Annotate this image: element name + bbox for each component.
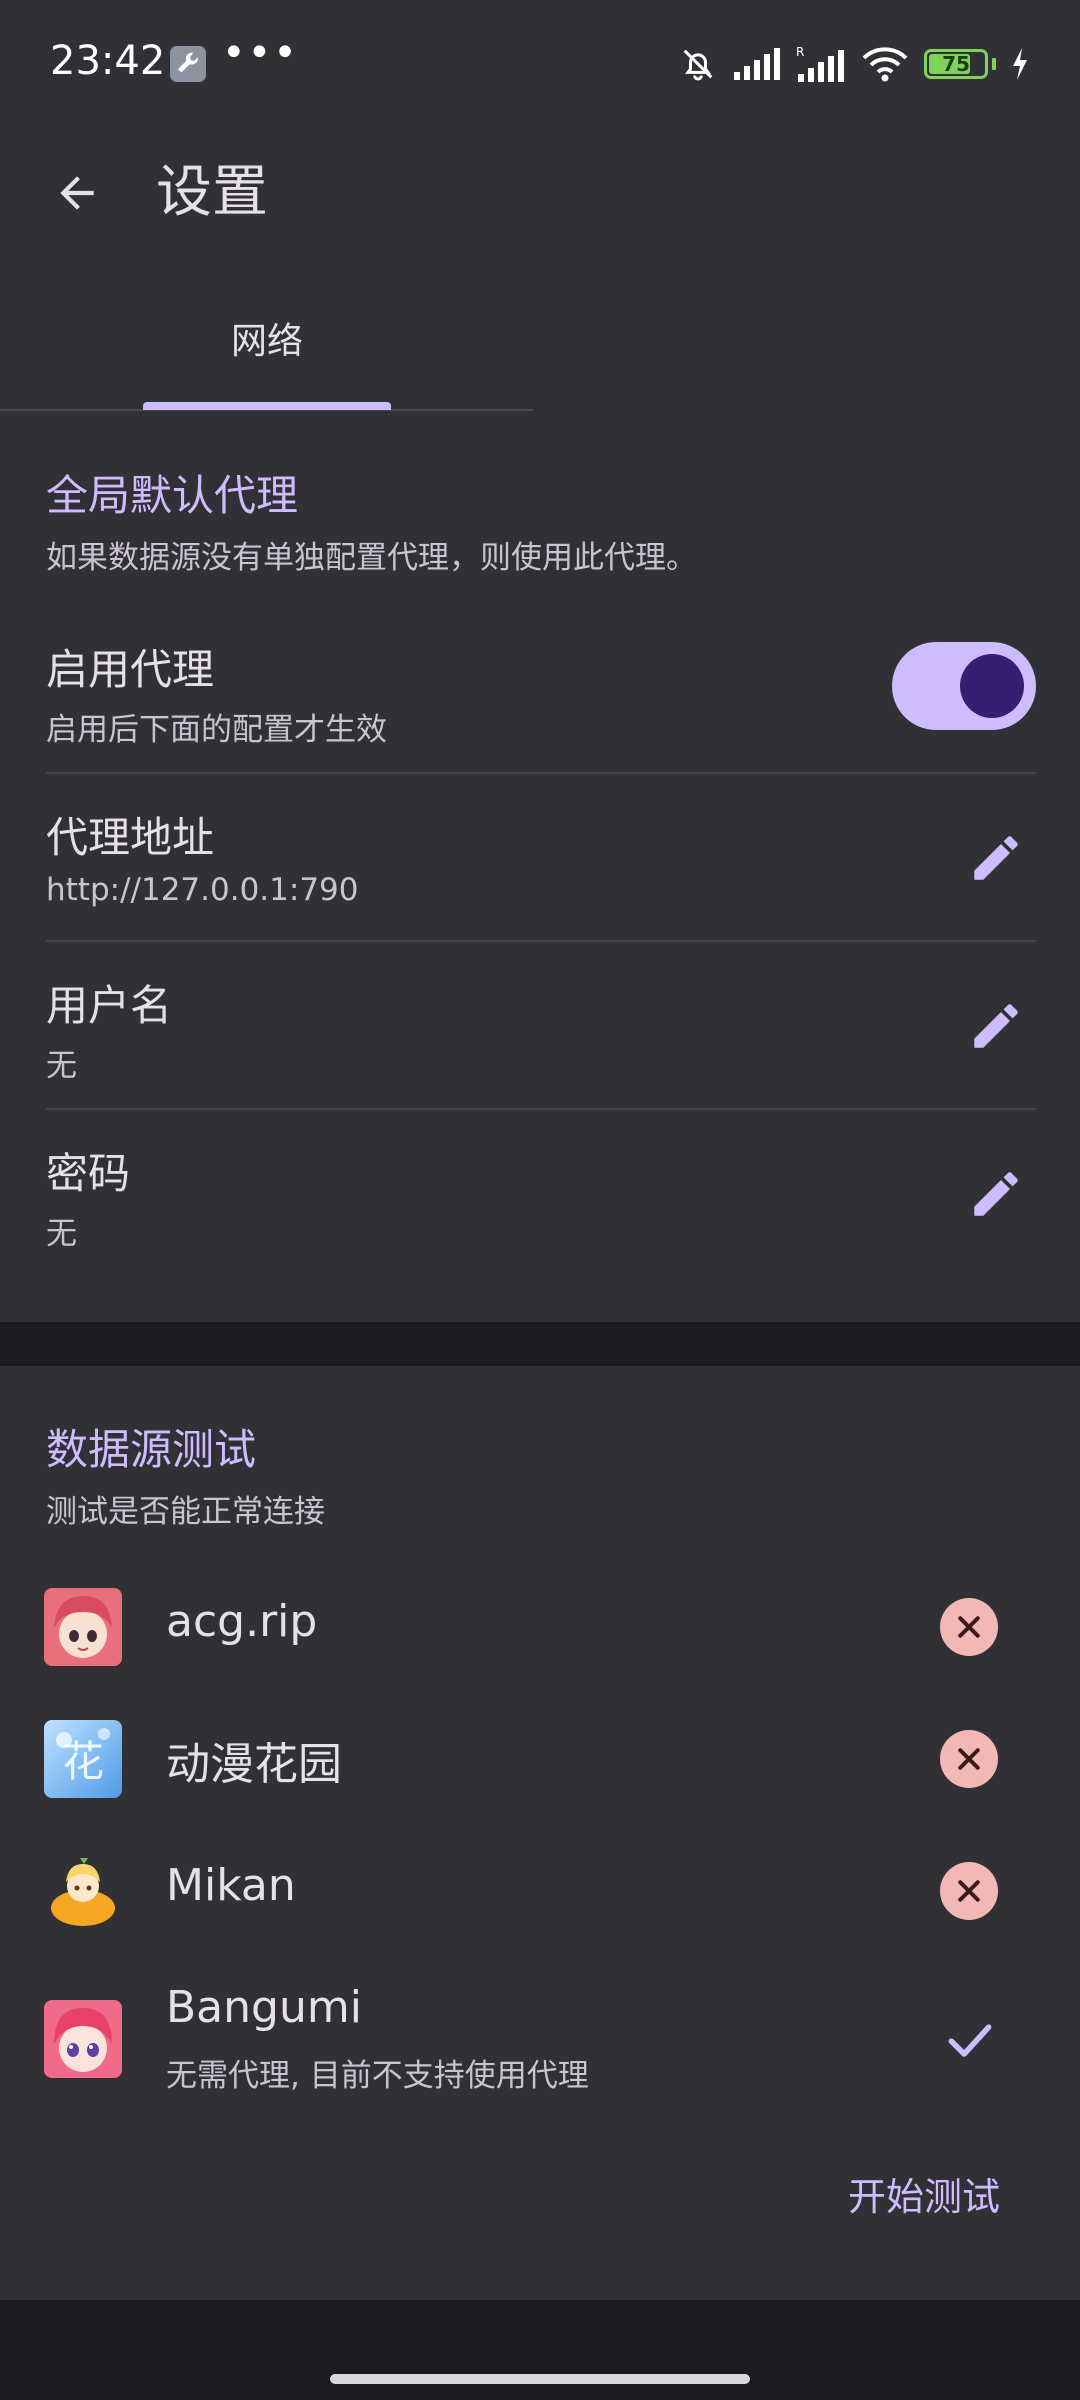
tab-bar: 网络 (0, 266, 1080, 412)
source-test-subtitle: 测试是否能正常连接 (46, 1494, 325, 1530)
tab-network[interactable]: 网络 (143, 266, 391, 410)
source-item-bangumi: Bangumi 无需代理, 目前不支持使用代理 (0, 1958, 1080, 2126)
username-row[interactable]: 用户名 无 (0, 942, 1080, 1110)
tab-indicator (143, 402, 391, 410)
pencil-icon (974, 1004, 1018, 1048)
close-circle-icon (940, 1730, 998, 1788)
username-title: 用户名 (46, 981, 173, 1030)
pencil-icon (974, 1172, 1018, 1216)
acgrip-logo-icon (44, 1588, 122, 1666)
password-title: 密码 (46, 1149, 131, 1198)
status-bar: 23:42 ••• R 75 (0, 0, 1080, 126)
edit-username-button[interactable] (958, 988, 1034, 1064)
bangumi-logo-icon (44, 2000, 122, 2078)
back-button[interactable] (40, 156, 114, 230)
mikan-logo-icon (44, 1852, 122, 1930)
close-circle-icon (940, 1862, 998, 1920)
battery-tip (992, 58, 996, 70)
wrench-icon (170, 46, 206, 82)
source-name: 动漫花园 (166, 1739, 342, 1790)
signal-icon (734, 48, 780, 80)
settings-screen: 23:42 ••• R 75 设置 网络 全局默认代理 如果数据源没有单独配置代… (0, 0, 1080, 2400)
source-item-dmhy: 花 动漫花园 (0, 1694, 1080, 1826)
navigation-bar (0, 2300, 1080, 2400)
proxy-address-row[interactable]: 代理地址 http://127.0.0.1:790 (0, 774, 1080, 942)
battery-icon: 75 (924, 49, 988, 79)
more-notifications-icon: ••• (222, 30, 299, 76)
dmhy-logo-icon: 花 (44, 1720, 122, 1798)
enable-proxy-subtitle: 启用后下面的配置才生效 (46, 712, 387, 748)
status-icons: R 75 (678, 40, 1030, 88)
start-test-button[interactable]: 开始测试 (848, 2160, 1000, 2227)
password-row[interactable]: 密码 无 (0, 1110, 1080, 1278)
close-circle-icon (940, 1598, 998, 1656)
bell-off-icon (683, 49, 713, 81)
proxy-section-subtitle: 如果数据源没有单独配置代理，则使用此代理。 (46, 540, 697, 576)
wifi-icon (862, 47, 908, 82)
enable-proxy-title: 启用代理 (46, 645, 215, 694)
check-icon (940, 2010, 1000, 2070)
source-test-title: 数据源测试 (46, 1425, 257, 1474)
proxy-address-value: http://127.0.0.1:790 (46, 872, 359, 908)
signal-roaming-icon: R (796, 45, 844, 82)
pencil-icon (974, 836, 1018, 880)
source-name: acg.rip (166, 1596, 318, 1647)
home-gesture-handle[interactable] (330, 2374, 750, 2384)
edit-proxy-address-button[interactable] (958, 820, 1034, 896)
charging-icon (1013, 48, 1027, 80)
source-item-mikan: Mikan (0, 1826, 1080, 1958)
source-note: 无需代理, 目前不支持使用代理 (166, 2058, 589, 2094)
enable-proxy-row[interactable]: 启用代理 启用后下面的配置才生效 (0, 606, 1080, 774)
enable-proxy-switch[interactable] (892, 642, 1036, 730)
source-item-acgrip: acg.rip (0, 1562, 1080, 1694)
status-time: 23:42 (50, 38, 166, 84)
source-name: Bangumi (166, 1982, 362, 2033)
arrow-left-icon (60, 176, 94, 210)
source-test-section: 数据源测试 测试是否能正常连接 acg.rip 花 动漫花园 Mikan Ban… (0, 1366, 1080, 2300)
proxy-section-title: 全局默认代理 (46, 471, 299, 520)
switch-thumb (960, 654, 1024, 718)
battery-level: 75 (942, 52, 970, 76)
proxy-address-title: 代理地址 (46, 813, 215, 862)
top-app-bar: 设置 (0, 126, 1080, 266)
svg-text:花: 花 (62, 1737, 104, 1786)
proxy-section: 全局默认代理 如果数据源没有单独配置代理，则使用此代理。 启用代理 启用后下面的… (0, 412, 1080, 1322)
svg-text:R: R (796, 45, 804, 59)
source-name: Mikan (166, 1860, 296, 1911)
page-title: 设置 (156, 160, 268, 225)
section-gap (0, 1322, 1080, 1366)
username-value: 无 (46, 1048, 77, 1084)
password-value: 无 (46, 1216, 77, 1252)
edit-password-button[interactable] (958, 1156, 1034, 1232)
